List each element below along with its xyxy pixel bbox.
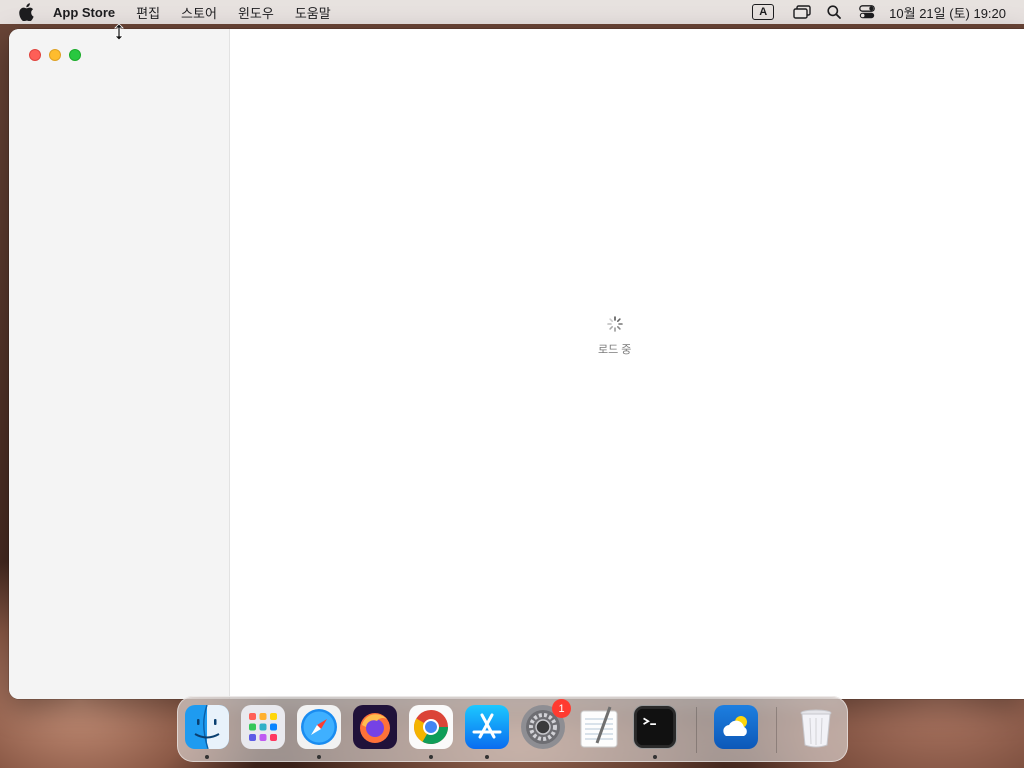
dock-firefox[interactable] — [353, 705, 397, 749]
dock-safari[interactable] — [297, 705, 341, 749]
loading-indicator: 로드 중 — [598, 316, 631, 357]
firefox-icon — [360, 713, 390, 743]
safari-running-dot — [317, 755, 321, 759]
app-store-running-dot — [485, 755, 489, 759]
screen-mirroring-icon[interactable] — [793, 0, 811, 24]
input-source-indicator[interactable]: A — [752, 4, 775, 20]
dock-launchpad[interactable] — [241, 705, 285, 749]
dock-textedit[interactable] — [577, 705, 621, 749]
minimize-window-button[interactable] — [49, 49, 61, 61]
finder-running-dot — [205, 755, 209, 759]
control-center-icon[interactable] — [859, 0, 876, 24]
menu-edit[interactable]: 편집 — [136, 3, 160, 22]
spotlight-search-icon[interactable] — [827, 0, 842, 24]
system-settings-badge: 1 — [552, 699, 571, 718]
window-controls — [29, 49, 81, 61]
close-window-button[interactable] — [29, 49, 41, 61]
apple-menu-icon[interactable] — [18, 3, 36, 21]
dock-trash[interactable] — [794, 705, 838, 749]
dock-separator — [696, 707, 697, 753]
menu-bar-clock[interactable]: 10월 21일 (토) 19:20 — [889, 3, 1006, 22]
loading-label: 로드 중 — [598, 344, 632, 356]
safari-icon — [301, 709, 337, 745]
dock-finder[interactable] — [185, 705, 229, 749]
dock: 1 — [177, 696, 848, 762]
menu-bar: App Store 편집 스토어 윈도우 도움말 A 10월 21일 (토) 1… — [0, 0, 1024, 24]
app-store-icon — [472, 713, 502, 739]
zoom-window-button[interactable] — [69, 49, 81, 61]
launchpad-icon — [249, 713, 277, 741]
spinner-icon — [606, 316, 623, 337]
menu-store[interactable]: 스토어 — [181, 3, 217, 22]
menu-window[interactable]: 윈도우 — [238, 3, 274, 22]
terminal-running-dot — [653, 755, 657, 759]
finder-icon — [185, 705, 229, 749]
terminal-icon — [636, 708, 674, 746]
menu-help[interactable]: 도움말 — [295, 3, 331, 22]
dock-app-store[interactable] — [465, 705, 509, 749]
dock-chrome[interactable] — [409, 705, 453, 749]
chrome-icon — [414, 710, 448, 744]
textedit-icon — [580, 706, 618, 748]
sidebar — [9, 29, 230, 699]
dock-system-settings[interactable]: 1 — [521, 699, 571, 749]
weather-icon — [723, 716, 747, 736]
menu-app-name[interactable]: App Store — [53, 5, 115, 20]
trash-icon — [800, 709, 832, 748]
dock-weather[interactable] — [714, 705, 758, 749]
app-store-window — [9, 29, 1024, 699]
dock-terminal[interactable] — [633, 705, 677, 749]
resize-cursor-icon — [114, 23, 124, 45]
dock-separator-trash — [776, 707, 777, 753]
chrome-running-dot — [429, 755, 433, 759]
main-content — [230, 29, 1024, 699]
